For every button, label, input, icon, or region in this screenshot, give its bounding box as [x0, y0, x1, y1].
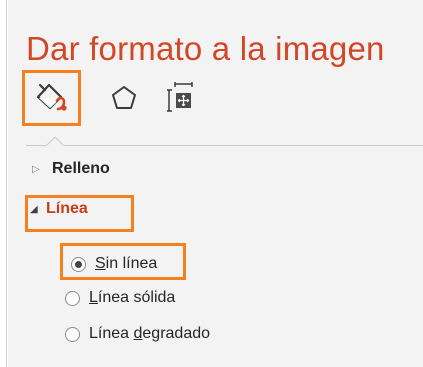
- option-label: Sin línea: [95, 255, 158, 272]
- section-relleno-label: Relleno: [52, 160, 110, 177]
- option-label: Línea sólida: [89, 289, 176, 306]
- triangle-right-icon: ▷: [32, 163, 40, 175]
- pentagon-icon: [112, 86, 136, 109]
- tab-fill-and-line[interactable]: [22, 72, 78, 124]
- pane-title: Dar formato a la imagen: [26, 30, 385, 67]
- option-label: Línea degradado: [89, 325, 211, 342]
- tabs-divider: [26, 145, 423, 146]
- radio-button[interactable]: [65, 290, 80, 306]
- radio-option-sin-linea[interactable]: Sin línea: [71, 255, 157, 273]
- radio-button-selected[interactable]: [71, 256, 86, 272]
- radio-button[interactable]: [65, 326, 80, 342]
- section-relleno[interactable]: ▷ Relleno: [32, 160, 110, 178]
- pane-left-border: [6, 0, 7, 367]
- paint-bucket-icon: [36, 83, 67, 111]
- section-linea[interactable]: ◢ Línea: [26, 200, 88, 218]
- tab-size-and-properties[interactable]: [159, 72, 203, 124]
- size-properties-icon: [167, 82, 193, 112]
- triangle-down-icon: ◢: [30, 203, 38, 215]
- selected-tab-pointer: [47, 136, 63, 152]
- format-picture-pane: Dar formato a la imagen ▷ Relleno ◢ Líne…: [0, 0, 423, 367]
- tab-effects[interactable]: [102, 72, 146, 124]
- radio-option-linea-degradado[interactable]: Línea degradado: [65, 325, 210, 343]
- radio-option-linea-solida[interactable]: Línea sólida: [65, 289, 175, 307]
- section-linea-label: Línea: [46, 200, 88, 217]
